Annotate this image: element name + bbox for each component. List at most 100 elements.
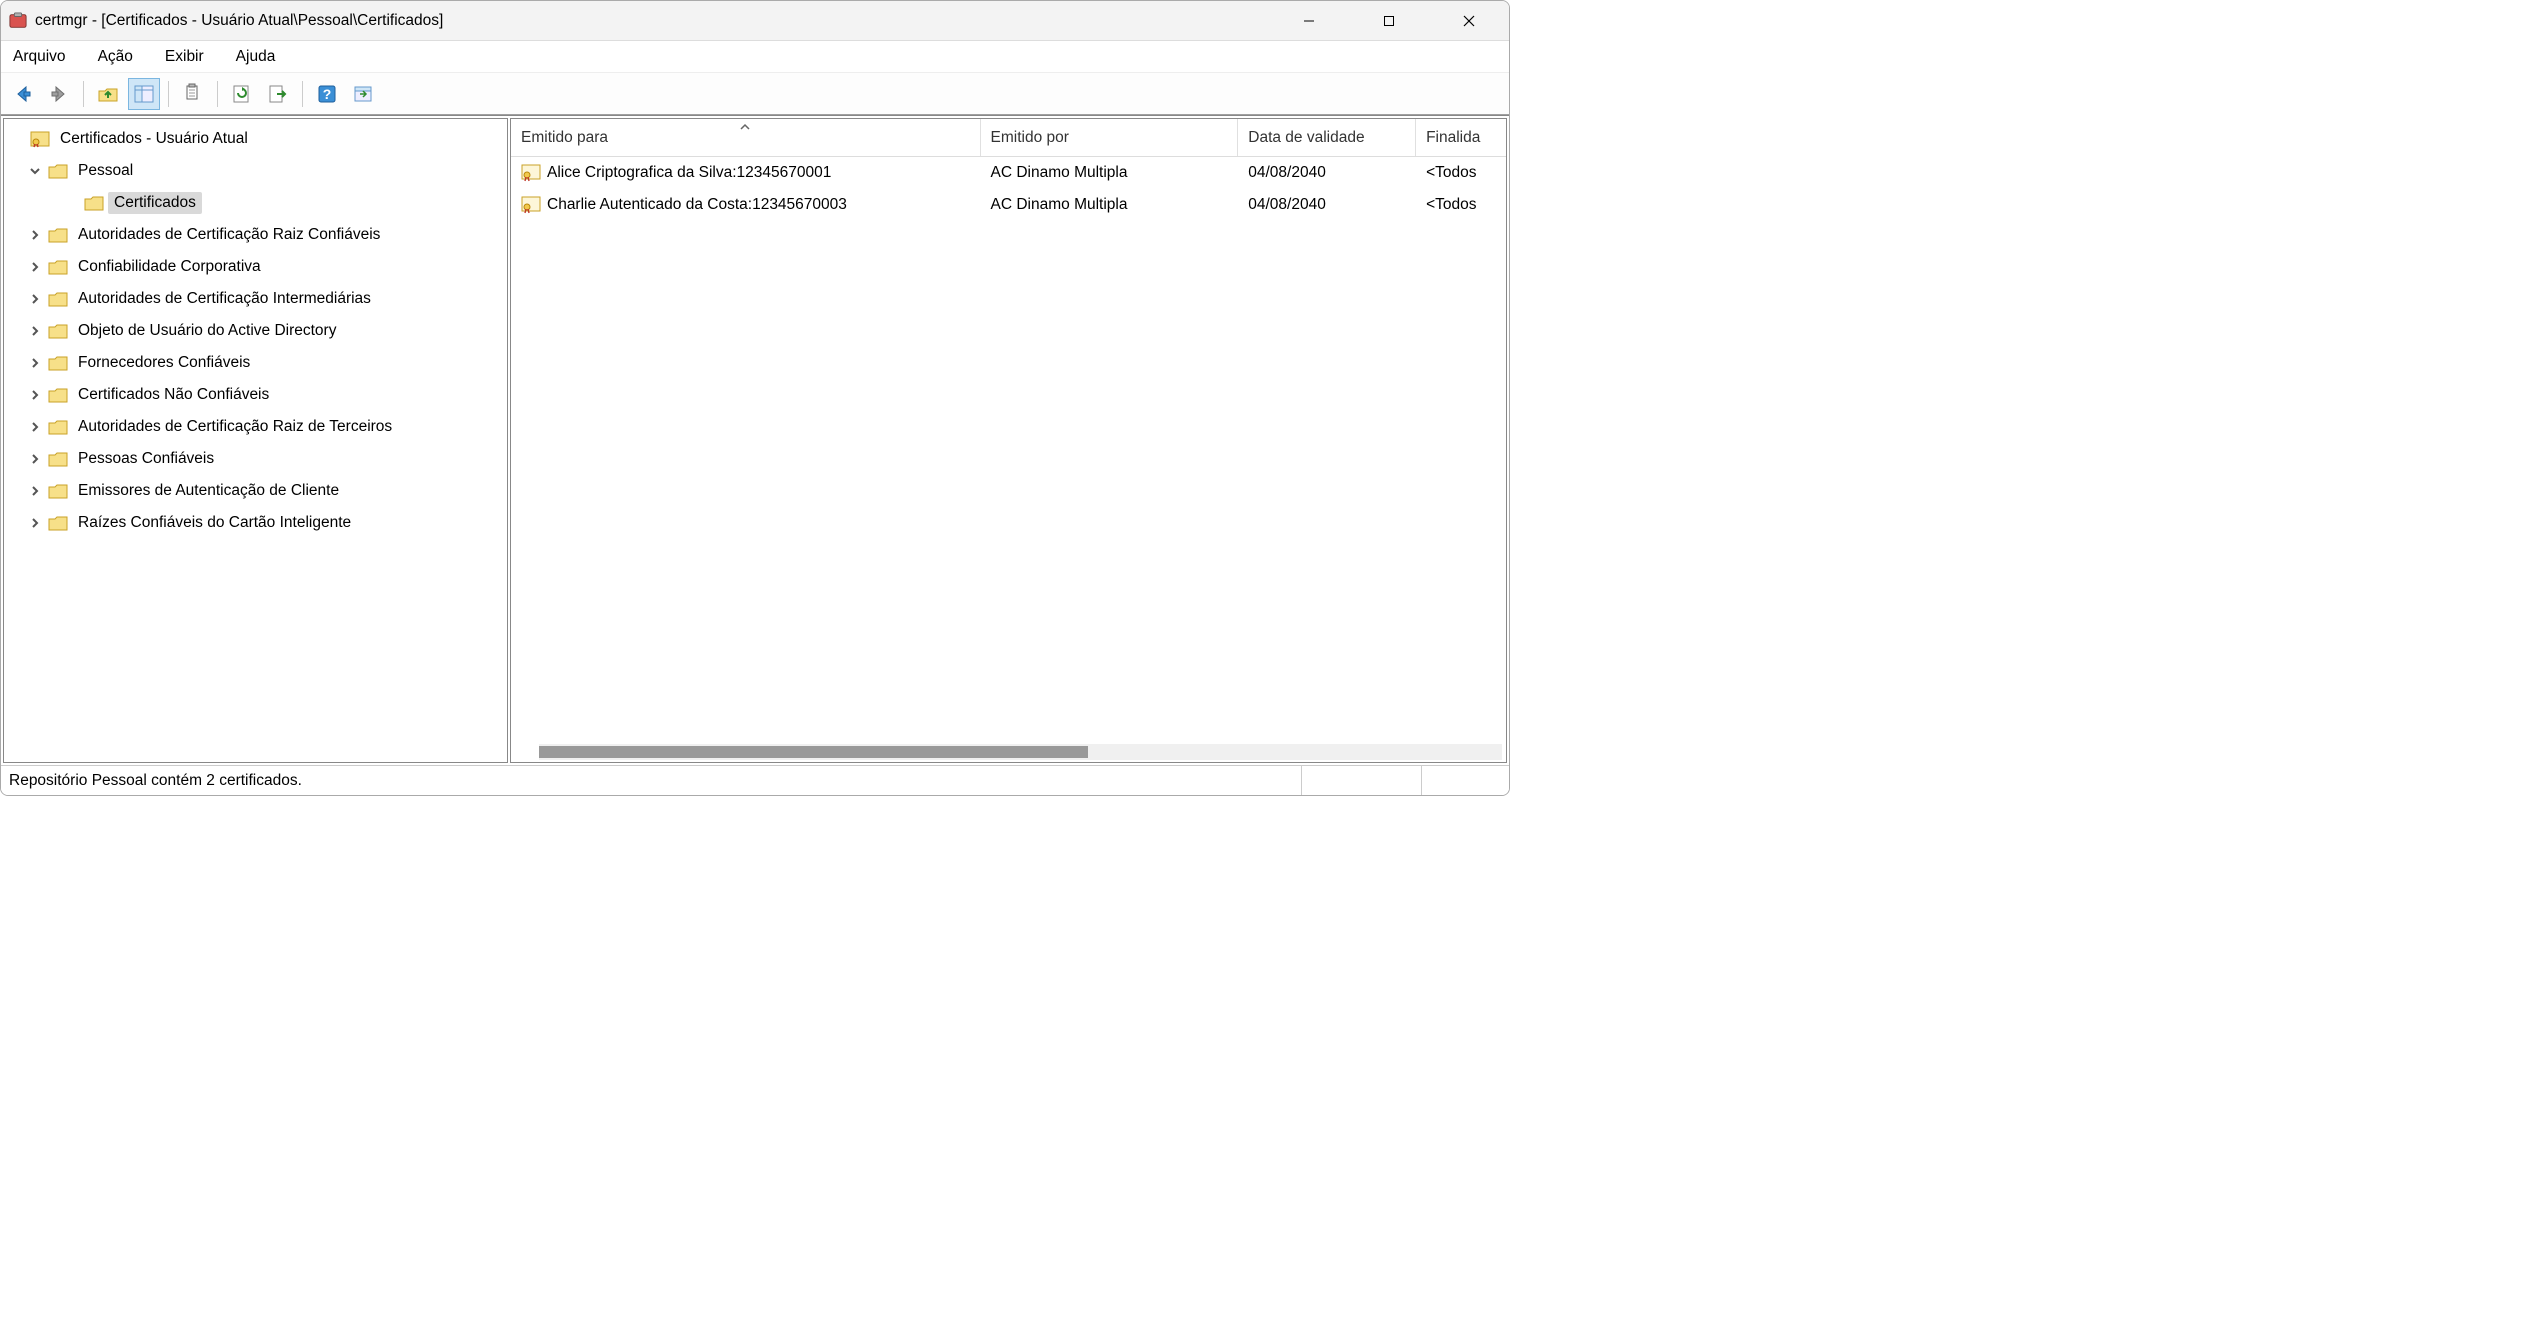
tree-item-pessoal[interactable]: Pessoal <box>4 155 507 187</box>
column-label: Data de validade <box>1248 129 1364 147</box>
menu-action[interactable]: Ação <box>94 44 137 70</box>
column-label: Emitido por <box>991 129 1069 147</box>
statusbar: Repositório Pessoal contém 2 certificado… <box>1 765 1509 795</box>
scrollbar-thumb[interactable] <box>539 746 1088 758</box>
status-cell <box>1301 766 1421 795</box>
tree-item-label: Fornecedores Confiáveis <box>72 352 256 374</box>
copy-button[interactable] <box>177 78 209 110</box>
list-body[interactable]: Alice Criptografica da Silva:12345670001… <box>511 157 1506 762</box>
cell-expiry: 04/08/2040 <box>1248 196 1326 214</box>
tree-pane[interactable]: Certificados - Usuário Atual Pessoal Cer… <box>3 118 508 763</box>
certificate-icon <box>521 164 541 182</box>
window-title: certmgr - [Certificados - Usuário Atual\… <box>35 12 443 30</box>
blank-icon <box>8 130 26 148</box>
chevron-down-icon[interactable] <box>26 162 44 180</box>
forward-button[interactable] <box>43 78 75 110</box>
menu-view[interactable]: Exibir <box>161 44 208 70</box>
tree-item[interactable]: Confiabilidade Corporativa <box>4 251 507 283</box>
app-icon <box>9 12 27 30</box>
cell-issued-by: AC Dinamo Multipla <box>991 164 1128 182</box>
folder-icon <box>48 291 68 307</box>
tree-item[interactable]: Pessoas Confiáveis <box>4 443 507 475</box>
menu-help[interactable]: Ajuda <box>232 44 280 70</box>
main-split: Certificados - Usuário Atual Pessoal Cer… <box>1 115 1509 765</box>
tree-item[interactable]: Autoridades de Certificação Raiz de Terc… <box>4 411 507 443</box>
back-button[interactable] <box>7 78 39 110</box>
svg-text:?: ? <box>323 86 332 102</box>
tree-item-label: Confiabilidade Corporativa <box>72 256 267 278</box>
tree-item-label: Autoridades de Certificação Intermediári… <box>72 288 377 310</box>
tree-item[interactable]: Fornecedores Confiáveis <box>4 347 507 379</box>
column-label: Finalida <box>1426 129 1480 147</box>
column-header-issued-by[interactable]: Emitido por <box>981 119 1239 156</box>
list-header: Emitido para Emitido por Data de validad… <box>511 119 1506 157</box>
chevron-right-icon[interactable] <box>26 226 44 244</box>
close-button[interactable] <box>1449 6 1489 36</box>
horizontal-scrollbar[interactable] <box>539 744 1502 760</box>
tree-item-certificados[interactable]: Certificados <box>4 187 507 219</box>
chevron-right-icon[interactable] <box>26 322 44 340</box>
tree-item[interactable]: Emissores de Autenticação de Cliente <box>4 475 507 507</box>
status-cell <box>1421 766 1501 795</box>
folder-icon <box>48 227 68 243</box>
cell-issued-to: Alice Criptografica da Silva:12345670001 <box>547 164 831 182</box>
tree-item[interactable]: Certificados Não Confiáveis <box>4 379 507 411</box>
folder-icon <box>48 419 68 435</box>
folder-icon <box>48 483 68 499</box>
chevron-right-icon[interactable] <box>26 258 44 276</box>
cell-issued-to: Charlie Autenticado da Costa:12345670003 <box>547 196 847 214</box>
tree-item-label: Certificados Não Confiáveis <box>72 384 275 406</box>
chevron-right-icon[interactable] <box>26 290 44 308</box>
chevron-right-icon[interactable] <box>26 386 44 404</box>
folder-icon <box>48 355 68 371</box>
tree-item[interactable]: Autoridades de Certificação Intermediári… <box>4 283 507 315</box>
tree-item-label: Raízes Confiáveis do Cartão Inteligente <box>72 512 357 534</box>
tree-root-label: Certificados - Usuário Atual <box>54 128 254 150</box>
tree-item-label: Objeto de Usuário do Active Directory <box>72 320 342 342</box>
chevron-right-icon[interactable] <box>26 418 44 436</box>
refresh-button[interactable] <box>226 78 258 110</box>
sort-ascending-icon <box>739 118 751 136</box>
tree-item[interactable]: Raízes Confiáveis do Cartão Inteligente <box>4 507 507 539</box>
show-tree-button[interactable] <box>128 78 160 110</box>
chevron-right-icon[interactable] <box>26 514 44 532</box>
folder-icon <box>48 163 68 179</box>
export-button[interactable] <box>262 78 294 110</box>
minimize-button[interactable] <box>1289 6 1329 36</box>
titlebar: certmgr - [Certificados - Usuário Atual\… <box>1 1 1509 41</box>
properties-button[interactable] <box>347 78 379 110</box>
app-window: certmgr - [Certificados - Usuário Atual\… <box>0 0 1510 796</box>
toolbar: ? <box>1 73 1509 115</box>
chevron-right-icon[interactable] <box>26 450 44 468</box>
certificate-row[interactable]: Alice Criptografica da Silva:12345670001… <box>511 157 1506 189</box>
chevron-right-icon[interactable] <box>26 482 44 500</box>
tree-item-label: Autoridades de Certificação Raiz de Terc… <box>72 416 398 438</box>
certificate-icon <box>521 196 541 214</box>
menu-file[interactable]: Arquivo <box>9 44 70 70</box>
tree-item-label: Certificados <box>108 192 202 214</box>
cell-purpose: <Todos <box>1426 164 1476 182</box>
tree-item[interactable]: Objeto de Usuário do Active Directory <box>4 315 507 347</box>
tree-item[interactable]: Autoridades de Certificação Raiz Confiáv… <box>4 219 507 251</box>
folder-icon <box>48 451 68 467</box>
column-header-expiry[interactable]: Data de validade <box>1238 119 1416 156</box>
chevron-right-icon[interactable] <box>26 354 44 372</box>
help-button[interactable]: ? <box>311 78 343 110</box>
folder-icon <box>48 259 68 275</box>
cell-expiry: 04/08/2040 <box>1248 164 1326 182</box>
up-folder-button[interactable] <box>92 78 124 110</box>
column-label: Emitido para <box>521 129 608 147</box>
menubar: Arquivo Ação Exibir Ajuda <box>1 41 1509 73</box>
certificate-row[interactable]: Charlie Autenticado da Costa:12345670003… <box>511 189 1506 221</box>
folder-icon <box>48 387 68 403</box>
tree-item-label: Emissores de Autenticação de Cliente <box>72 480 345 502</box>
tree-root[interactable]: Certificados - Usuário Atual <box>4 123 507 155</box>
folder-icon <box>48 323 68 339</box>
list-pane: Emitido para Emitido por Data de validad… <box>510 118 1507 763</box>
tree-item-label: Pessoal <box>72 160 139 182</box>
maximize-button[interactable] <box>1369 6 1409 36</box>
folder-icon <box>48 515 68 531</box>
column-header-purpose[interactable]: Finalida <box>1416 119 1506 156</box>
tree-item-label: Autoridades de Certificação Raiz Confiáv… <box>72 224 386 246</box>
column-header-issued-to[interactable]: Emitido para <box>511 119 981 156</box>
